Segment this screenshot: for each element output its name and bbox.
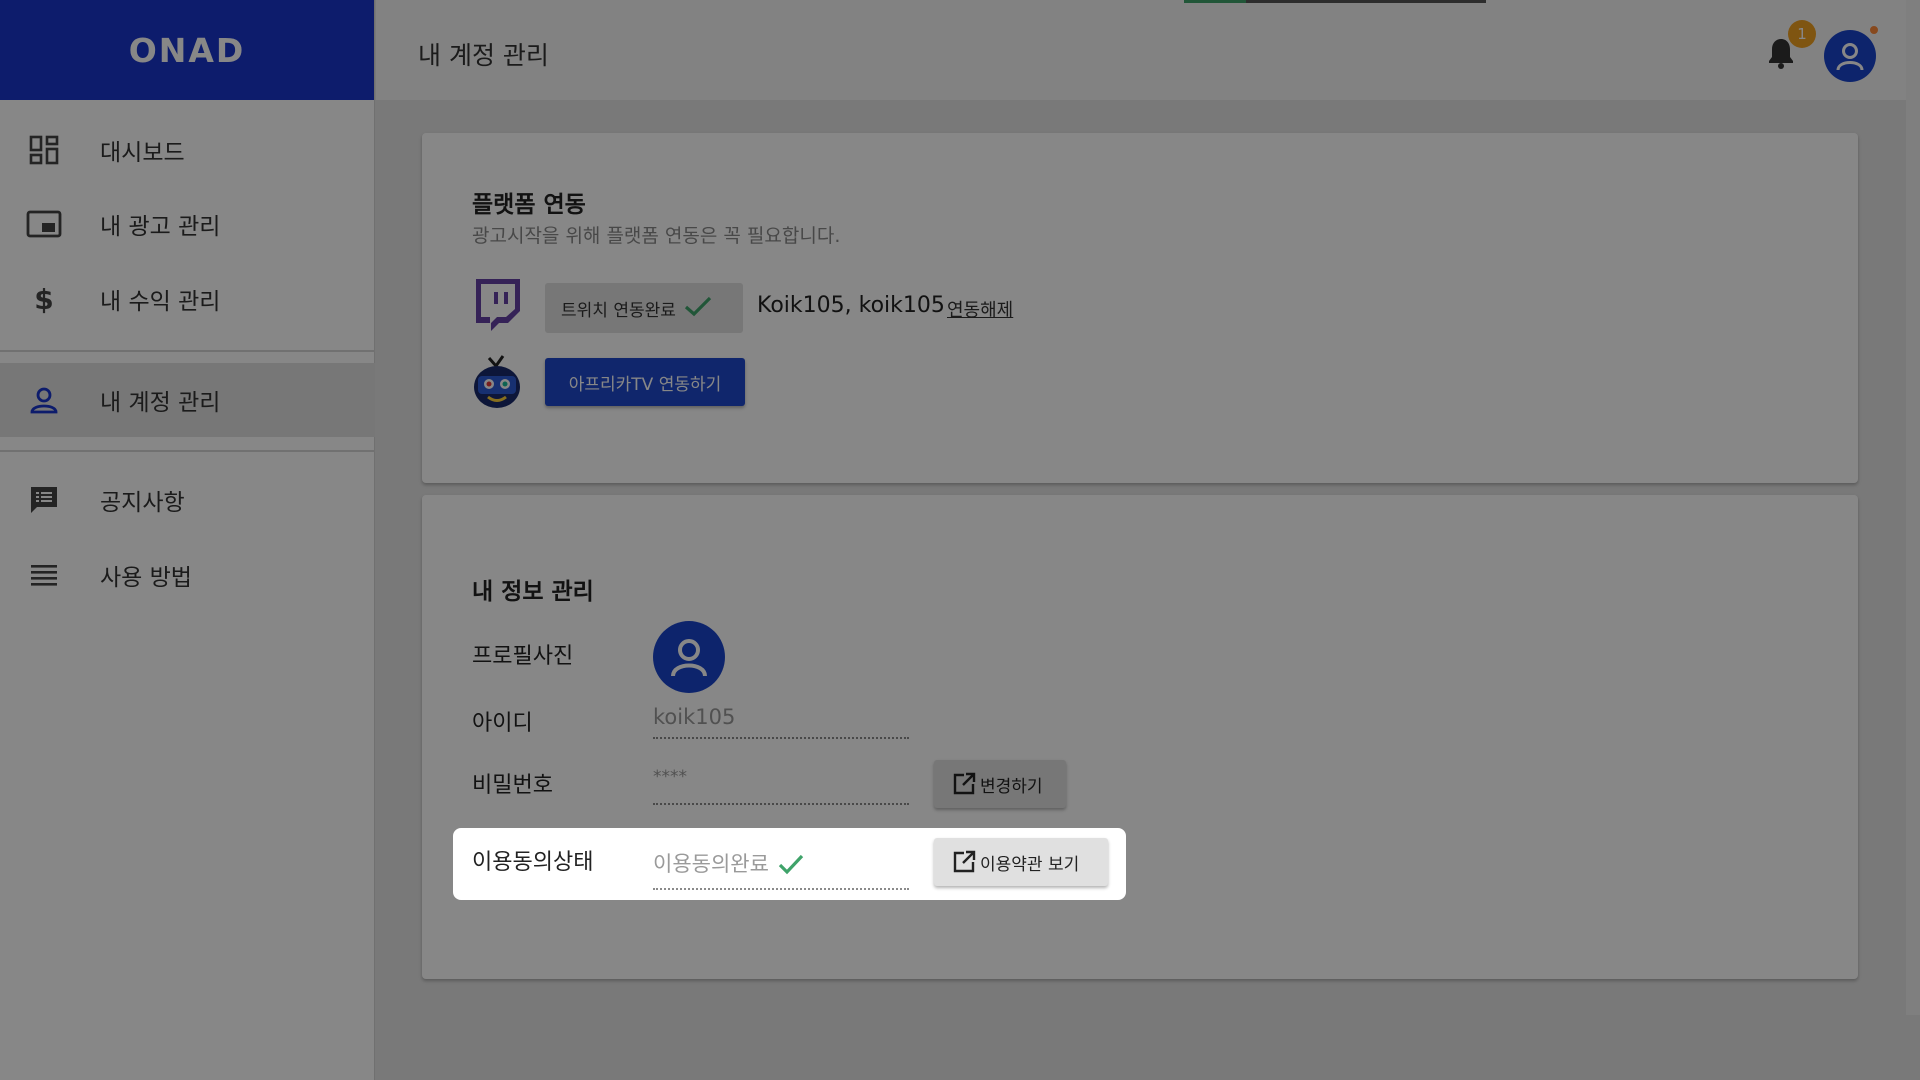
external-link-icon <box>952 850 976 874</box>
afreecatv-link-button[interactable]: 아프리카TV 연동하기 <box>545 358 745 406</box>
page-title: 내 계정 관리 <box>418 41 549 70</box>
list-icon <box>26 557 62 593</box>
platform-section-subtitle: 광고시작을 위해 플랫폼 연동은 꼭 필요합니다. <box>472 225 841 247</box>
my-info-card: 내 정보 관리 프로필사진 아이디 koik105 비밀번호 **** 변경하기 <box>422 495 1858 979</box>
external-link-icon <box>952 772 976 796</box>
id-label: 아이디 <box>472 711 533 736</box>
afreecatv-icon <box>472 354 522 410</box>
profile-photo-label: 프로필사진 <box>472 644 574 669</box>
status-dot <box>1868 24 1880 36</box>
sidebar: ONAD 대시보드 내 광고 관리 $ 내 수익 관리 내 계정 관리 공지사항 <box>0 0 375 1080</box>
loading-indicator <box>1184 0 1486 3</box>
sidebar-item-dashboard[interactable]: 대시보드 <box>0 113 375 187</box>
consent-status-value: 이용동의완료 <box>653 852 769 876</box>
twitch-linked-label: 트위치 연동완료 <box>561 300 676 321</box>
sidebar-item-label: 사용 방법 <box>100 565 192 591</box>
id-field[interactable]: koik105 <box>653 705 909 739</box>
view-terms-button[interactable]: 이용약관 보기 <box>934 838 1108 886</box>
dollar-icon: $ <box>34 282 54 316</box>
twitch-account-name: Koik105, koik105 <box>757 293 945 318</box>
sidebar-item-account[interactable]: 내 계정 관리 <box>0 363 375 437</box>
sidebar-divider <box>0 350 375 352</box>
change-password-label: 변경하기 <box>980 776 1043 797</box>
sidebar-item-label: 대시보드 <box>100 140 185 166</box>
dashboard-icon <box>26 132 62 168</box>
platform-card: 플랫폼 연동 광고시작을 위해 플랫폼 연동은 꼭 필요합니다. 트위치 연동완… <box>422 133 1858 483</box>
password-field[interactable]: **** <box>653 767 909 805</box>
scrollbar[interactable] <box>1906 0 1920 1015</box>
sidebar-item-label: 내 광고 관리 <box>100 214 221 240</box>
sidebar-item-notice[interactable]: 공지사항 <box>0 463 375 537</box>
password-label: 비밀번호 <box>472 773 553 798</box>
change-password-button[interactable]: 변경하기 <box>934 760 1066 808</box>
ad-icon <box>26 206 62 242</box>
consent-status-label: 이용동의상태 <box>472 850 594 875</box>
platform-section-title: 플랫폼 연동 <box>472 192 586 218</box>
consent-status-field: 이용동의완료 <box>653 848 909 890</box>
check-icon <box>684 295 712 322</box>
profile-avatar[interactable] <box>653 621 725 693</box>
top-bar: 내 계정 관리 <box>376 0 1906 100</box>
my-info-section-title: 내 정보 관리 <box>472 579 594 605</box>
avatar[interactable] <box>1824 30 1876 82</box>
sidebar-item-label: 공지사항 <box>100 490 185 516</box>
app-logo[interactable]: ONAD <box>0 0 374 100</box>
twitch-linked-button[interactable]: 트위치 연동완료 <box>545 283 743 333</box>
consent-row-highlight: 이용동의상태 이용동의완료 이용약관 보기 <box>453 828 1126 900</box>
sidebar-divider <box>0 450 375 452</box>
unlink-link[interactable]: 연동해제 <box>947 296 1013 322</box>
sidebar-item-revenue[interactable]: $ 내 수익 관리 <box>0 262 375 336</box>
sidebar-item-label: 내 수익 관리 <box>100 289 221 315</box>
person-icon <box>26 382 62 418</box>
sidebar-item-ads[interactable]: 내 광고 관리 <box>0 187 375 261</box>
sidebar-item-guide[interactable]: 사용 방법 <box>0 538 375 612</box>
notice-icon <box>26 482 62 518</box>
view-terms-label: 이용약관 보기 <box>980 854 1080 875</box>
twitch-icon <box>472 279 522 335</box>
check-icon <box>778 853 804 880</box>
notification-badge: 1 <box>1788 20 1816 48</box>
sidebar-item-label: 내 계정 관리 <box>100 390 221 416</box>
